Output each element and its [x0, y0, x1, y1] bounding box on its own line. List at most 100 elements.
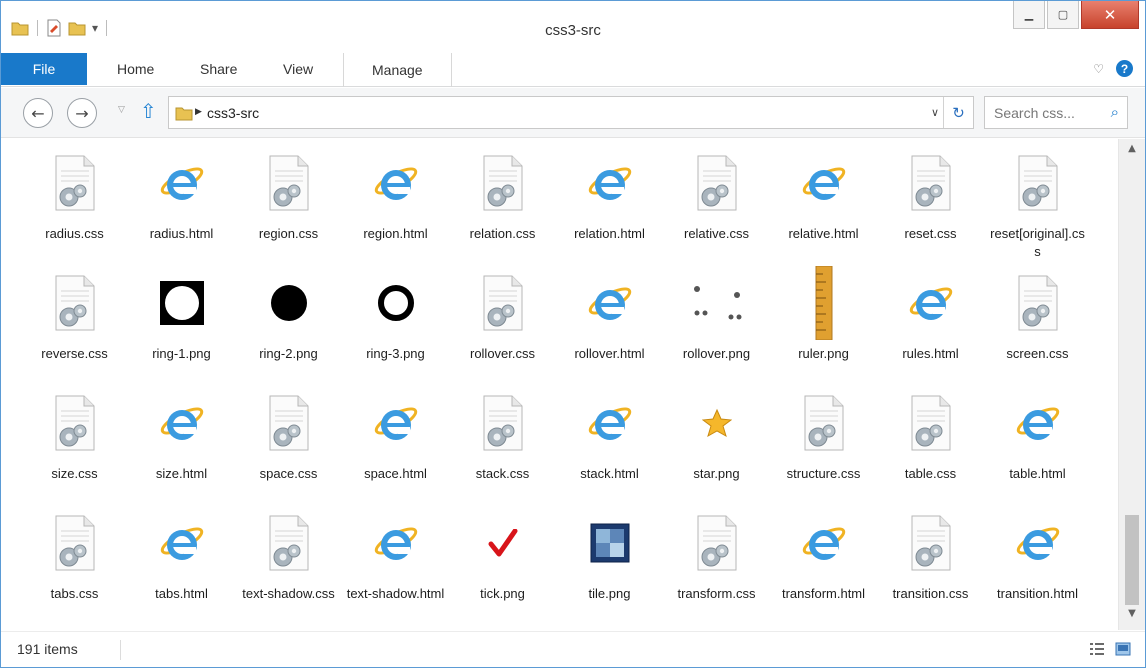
file-item[interactable]: rules.html	[877, 267, 984, 387]
file-item[interactable]: text-shadow.css	[235, 507, 342, 627]
file-name: tick.png	[480, 586, 525, 601]
tab-view[interactable]: View	[283, 51, 313, 87]
address-bar[interactable]: ▶ css3-src ∨ ↻	[168, 96, 974, 129]
file-item[interactable]: structure.css	[770, 387, 877, 507]
close-button[interactable]: ✕	[1081, 1, 1139, 29]
file-name: reverse.css	[41, 346, 108, 361]
file-item[interactable]: ring-3.png	[342, 267, 449, 387]
file-item[interactable]: rollover.css	[449, 267, 556, 387]
scroll-down-icon[interactable]: ▼	[1119, 608, 1145, 628]
breadcrumb[interactable]: css3-src	[207, 105, 259, 121]
css-file-icon	[257, 147, 321, 219]
ie-html-icon	[364, 387, 428, 459]
file-item[interactable]: stack.html	[556, 387, 663, 507]
css-file-icon	[471, 147, 535, 219]
search-icon[interactable]: ⌕	[1111, 103, 1119, 121]
file-name: tabs.html	[155, 586, 208, 601]
tab-home[interactable]: Home	[117, 51, 154, 87]
file-item[interactable]: ring-1.png	[128, 267, 235, 387]
maximize-icon: ▢	[1057, 9, 1069, 21]
file-item[interactable]: space.html	[342, 387, 449, 507]
up-arrow-icon[interactable]: ⇧	[140, 99, 157, 123]
file-name: text-shadow.html	[346, 586, 445, 601]
ring1-image-icon	[150, 267, 214, 339]
file-item[interactable]: table.css	[877, 387, 984, 507]
file-item[interactable]: reverse.css	[21, 267, 128, 387]
css-file-icon	[792, 387, 856, 459]
file-item[interactable]: rollover.html	[556, 267, 663, 387]
maximize-button[interactable]: ▢	[1047, 1, 1079, 29]
scrollbar-thumb[interactable]	[1125, 515, 1139, 605]
file-item[interactable]: ruler.png	[770, 266, 877, 387]
file-item[interactable]: tile.png	[556, 507, 663, 627]
ie-html-icon	[150, 147, 214, 219]
tab-share[interactable]: Share	[200, 51, 237, 87]
file-item[interactable]: radius.css	[21, 147, 128, 267]
tab-manage[interactable]: Manage	[343, 53, 452, 87]
file-item[interactable]: tabs.html	[128, 507, 235, 627]
file-name: reset[original].css	[990, 226, 1085, 259]
recent-locations-chevron-icon[interactable]: ▽	[118, 105, 125, 115]
file-name: rollover.png	[682, 346, 751, 361]
minimize-button[interactable]: ▁	[1013, 1, 1045, 29]
ie-html-icon	[364, 507, 428, 579]
file-item[interactable]: table.html	[984, 387, 1091, 507]
file-name: transform.html	[781, 586, 866, 601]
expand-ribbon-icon[interactable]: ♡	[1093, 62, 1104, 76]
help-icon[interactable]: ?	[1116, 60, 1133, 77]
file-item[interactable]: reset.css	[877, 147, 984, 267]
file-name: radius.html	[149, 226, 214, 241]
file-item[interactable]: tick.png	[449, 507, 556, 627]
search-input[interactable]: Search css... ⌕	[984, 96, 1128, 129]
file-item[interactable]: tabs.css	[21, 507, 128, 627]
ie-html-icon	[1006, 507, 1070, 579]
file-name: ring-3.png	[366, 346, 425, 361]
ie-html-icon	[578, 267, 642, 339]
large-icons-view-icon[interactable]	[1115, 642, 1131, 656]
file-item[interactable]: relation.html	[556, 147, 663, 267]
forward-button[interactable]: →	[67, 98, 97, 128]
file-name: screen.css	[1006, 346, 1069, 361]
css-file-icon	[899, 507, 963, 579]
css-file-icon	[43, 267, 107, 339]
file-name: ring-1.png	[152, 346, 211, 361]
address-dropdown-icon[interactable]: ∨	[931, 106, 939, 119]
file-item[interactable]: relative.html	[770, 147, 877, 267]
file-item[interactable]: reset[original].css	[984, 147, 1091, 267]
file-item[interactable]: transform.html	[770, 507, 877, 627]
file-item[interactable]: transition.html	[984, 507, 1091, 627]
back-button[interactable]: ←	[23, 98, 53, 128]
file-item[interactable]: star.png	[663, 387, 770, 507]
file-item[interactable]: ring-2.png	[235, 267, 342, 387]
file-item[interactable]: text-shadow.html	[342, 507, 449, 627]
scroll-up-icon[interactable]: ▲	[1119, 143, 1145, 163]
search-placeholder: Search css...	[994, 105, 1075, 121]
file-item[interactable]: transition.css	[877, 507, 984, 627]
file-item[interactable]: stack.css	[449, 387, 556, 507]
breadcrumb-arrow-icon[interactable]: ▶	[195, 107, 202, 117]
file-item[interactable]: screen.css	[984, 267, 1091, 387]
file-item[interactable]: relative.css	[663, 147, 770, 267]
file-item[interactable]: relation.css	[449, 147, 556, 267]
file-item[interactable]: region.css	[235, 147, 342, 267]
folder-icon	[175, 107, 193, 121]
file-name: relation.css	[469, 226, 536, 241]
rollover-image-icon	[685, 267, 749, 339]
file-item[interactable]: rollover.png	[663, 267, 770, 387]
file-item[interactable]: region.html	[342, 147, 449, 267]
tab-file[interactable]: File	[1, 53, 87, 85]
ie-html-icon	[364, 147, 428, 219]
file-item[interactable]: space.css	[235, 387, 342, 507]
file-name: relative.html	[788, 226, 859, 241]
css-file-icon	[43, 147, 107, 219]
file-item[interactable]: size.css	[21, 387, 128, 507]
file-name: text-shadow.css	[242, 586, 335, 601]
file-item[interactable]: size.html	[128, 387, 235, 507]
file-item[interactable]: transform.css	[663, 507, 770, 627]
css-file-icon	[471, 387, 535, 459]
file-name: stack.html	[580, 466, 639, 481]
file-item[interactable]: radius.html	[128, 147, 235, 267]
vertical-scrollbar[interactable]: ▲ ▼	[1118, 139, 1145, 630]
refresh-button[interactable]: ↻	[943, 97, 973, 128]
details-view-icon[interactable]	[1089, 642, 1105, 656]
